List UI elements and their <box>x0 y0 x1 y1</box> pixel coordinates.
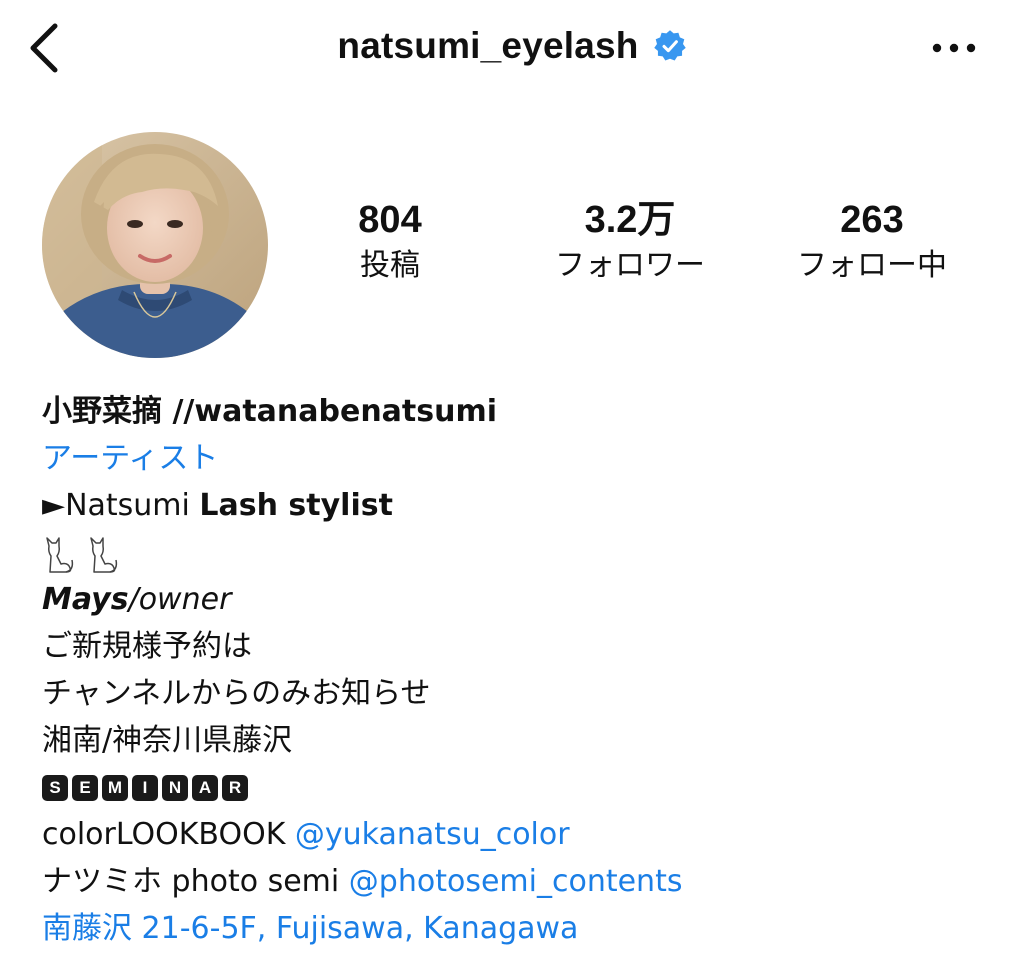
verified-badge-icon <box>653 30 686 61</box>
photo-text: ナツミホ photo semi <box>42 864 349 899</box>
avatar-photo <box>42 132 268 358</box>
profile-bio: 小野菜摘 //watanabenatsumi アーティスト ►Natsumi L… <box>42 388 1002 952</box>
bio-photo-line: ナツミホ photo semi @photosemi_contents <box>42 858 1002 905</box>
bio-channel-line: チャンネルからのみお知らせ <box>42 676 431 711</box>
following-stat[interactable]: 263 フォロー中 <box>772 196 972 288</box>
stylist-prefix: ►Natsumi <box>42 488 200 523</box>
display-name-jp: 小野菜摘 <box>42 394 162 429</box>
more-options-button[interactable] <box>924 24 984 72</box>
followers-count: 3.2万 <box>584 199 676 241</box>
posts-label: 投稿 <box>360 248 420 283</box>
bio-location-line: 湘南/神奈川県藤沢 <box>42 723 293 758</box>
seminar-letter: N <box>162 774 188 801</box>
category-label[interactable]: アーティスト <box>42 435 1002 482</box>
cat-icon <box>89 536 117 573</box>
stylist-title: Lash stylist <box>199 488 393 523</box>
profile-header: natsumi_eyelash <box>0 0 1024 100</box>
lookbook-mention-link[interactable]: @yukanatsu_color <box>295 817 570 852</box>
profile-stats: 804 投稿 3.2万 フォロワー 263 フォロー中 <box>290 196 1010 296</box>
header-title-group: natsumi_eyelash <box>0 22 1024 70</box>
photo-mention-link[interactable]: @photosemi_contents <box>349 864 683 899</box>
bio-cat-emoji-line <box>42 529 1002 576</box>
posts-stat[interactable]: 804 投稿 <box>290 196 490 288</box>
seminar-letter: S <box>42 774 68 801</box>
seminar-badge-row: S E M I N A R <box>42 764 1002 811</box>
seminar-letter: I <box>132 774 158 801</box>
display-name-en: watanabenatsumi <box>194 394 498 429</box>
seminar-letter: R <box>222 774 248 801</box>
posts-count: 804 <box>358 199 422 241</box>
followers-stat[interactable]: 3.2万 フォロワー <box>530 196 730 288</box>
bio-reservation-line: ご新規様予約は <box>42 629 252 664</box>
bio-owner-line: Mays/owner <box>42 576 1002 623</box>
address-link[interactable]: 南藤沢 21-6-5F, Fujisawa, Kanagawa <box>42 905 1002 952</box>
following-label: フォロー中 <box>797 248 947 283</box>
cat-icon <box>46 536 74 573</box>
salon-name: Mays <box>42 582 129 617</box>
display-name: 小野菜摘 //watanabenatsumi <box>42 388 1002 435</box>
display-name-separator: // <box>162 394 195 429</box>
lookbook-text: colorLOOKBOOK <box>42 817 295 852</box>
seminar-letter: A <box>192 774 218 801</box>
bio-lookbook-line: colorLOOKBOOK @yukanatsu_color <box>42 811 1002 858</box>
followers-label: フォロワー <box>555 248 705 283</box>
ellipsis-icon <box>932 43 976 53</box>
salon-role: /owner <box>128 582 232 617</box>
following-count: 263 <box>840 199 904 241</box>
seminar-letter: E <box>72 774 98 801</box>
profile-avatar[interactable] <box>42 132 268 358</box>
seminar-letter: M <box>102 774 128 801</box>
bio-stylist-line: ►Natsumi Lash stylist <box>42 482 1002 529</box>
username-title: natsumi_eyelash <box>337 25 639 66</box>
